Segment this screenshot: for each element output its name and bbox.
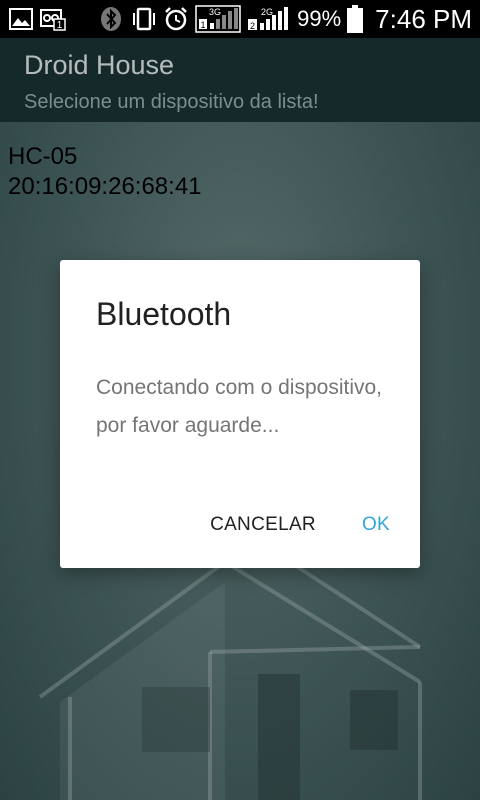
status-bar-notifications: 1 — [8, 7, 124, 31]
signal-2g-icon: 2G 2 — [247, 7, 291, 31]
dialog-message: Conectando com o dispositivo, por favor … — [96, 376, 382, 437]
voicemail-notification-icon: 1 — [40, 7, 66, 31]
alarm-icon — [163, 7, 189, 31]
battery-percentage: 99% — [297, 6, 342, 31]
sim1-badge-label: 1 — [201, 20, 206, 30]
image-icon — [8, 7, 34, 31]
battery-icon — [347, 5, 364, 33]
bluetooth-dialog: Bluetooth Conectando com o dispositivo, … — [60, 260, 420, 568]
ok-button[interactable]: OK — [350, 506, 402, 544]
status-bar-system: 3G 1 2G 2 99% 7:46 PM — [131, 4, 472, 35]
dialog-actions: CANCELAR OK — [198, 506, 402, 544]
signal-3g-icon: 3G 1 — [195, 5, 241, 33]
dialog-title: Bluetooth — [96, 296, 232, 332]
sim2-badge-label: 2 — [250, 21, 255, 31]
sim2-network-label: 2G — [261, 7, 273, 17]
vibrate-icon — [131, 7, 157, 31]
cancel-button[interactable]: CANCELAR — [198, 506, 328, 544]
bluetooth-icon — [98, 7, 124, 31]
sim1-network-label: 3G — [209, 7, 221, 17]
sim1-small-label: 1 — [57, 20, 63, 31]
status-bar: 1 3G 1 2G 2 99% 7:46 PM — [0, 0, 480, 38]
status-bar-clock: 7:46 PM — [375, 3, 472, 34]
